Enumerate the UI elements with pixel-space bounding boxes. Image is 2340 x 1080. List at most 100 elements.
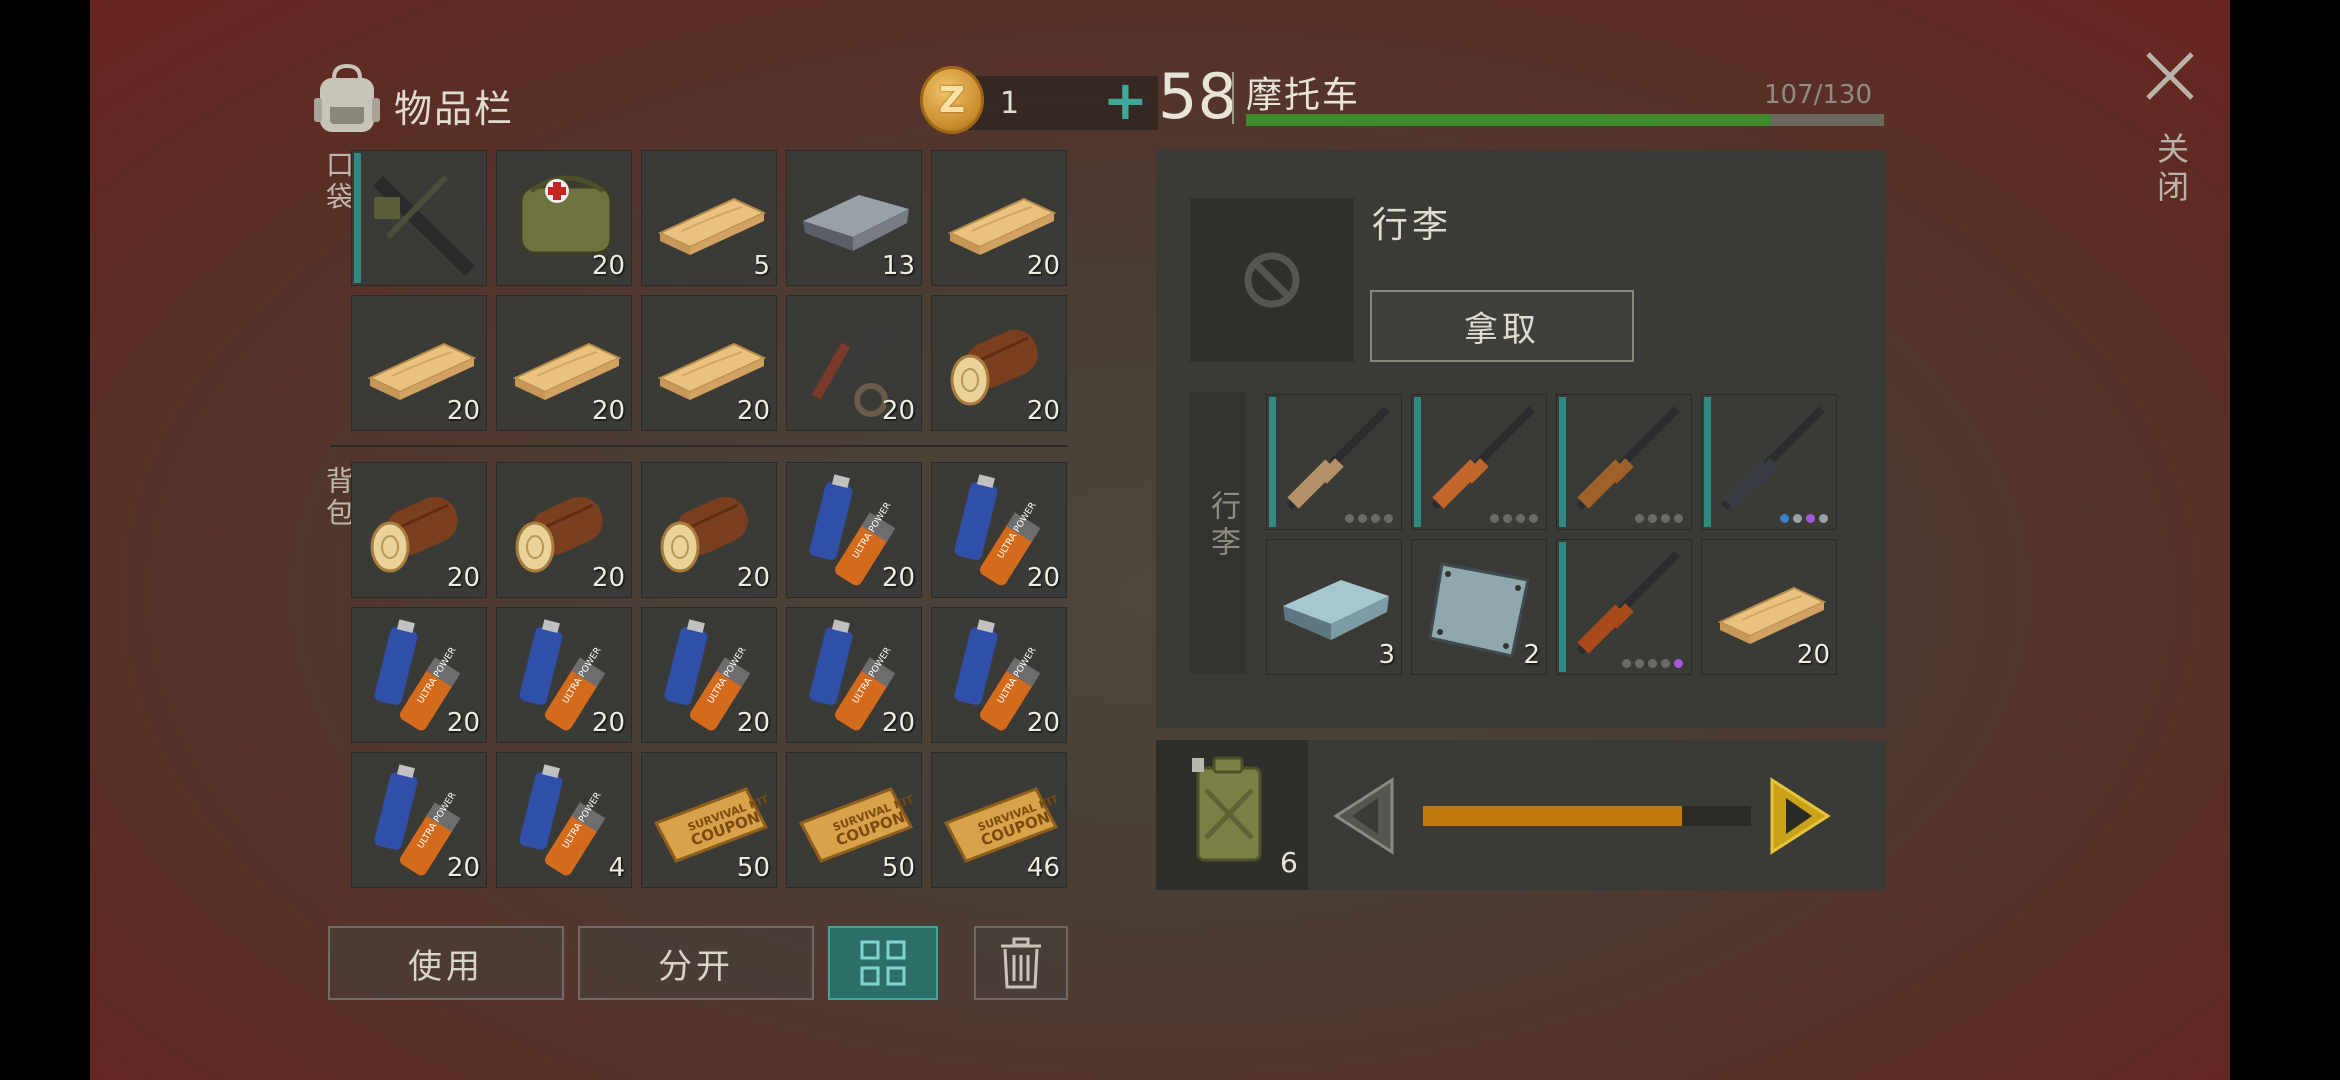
backpack-slot[interactable]: ULTRA POWER 20 bbox=[351, 752, 487, 888]
close-icon[interactable] bbox=[2138, 44, 2202, 108]
item-quantity: 50 bbox=[881, 853, 915, 883]
mod-dot bbox=[1806, 514, 1815, 523]
crossbow-icon bbox=[373, 174, 475, 277]
mod-dot bbox=[1635, 514, 1644, 523]
pocket-slot[interactable]: 20 bbox=[351, 295, 487, 431]
backpack-slot[interactable]: 20 bbox=[351, 462, 487, 598]
item-quantity: 20 bbox=[446, 853, 480, 883]
backpack-slot[interactable]: SURVIVAL KIT COUPON 50 bbox=[641, 752, 777, 888]
backpack-slot[interactable]: ULTRA POWER 20 bbox=[931, 607, 1067, 743]
pocket-slot[interactable]: 20 bbox=[786, 295, 922, 431]
item-quantity: 20 bbox=[1026, 563, 1060, 593]
trunk-title: 行李 bbox=[1372, 205, 1453, 246]
pocket-slot[interactable] bbox=[351, 150, 487, 286]
trunk-slot[interactable] bbox=[1411, 394, 1547, 530]
close-label[interactable]: 关闭 bbox=[2148, 132, 2194, 208]
no-image-icon bbox=[1244, 252, 1300, 308]
backpack-icon bbox=[314, 64, 380, 132]
capacity-bar-fill bbox=[1246, 114, 1772, 126]
trunk-slot[interactable]: 2 bbox=[1411, 539, 1547, 675]
trunk-slot[interactable]: 20 bbox=[1701, 539, 1837, 675]
mod-slots bbox=[1635, 514, 1683, 523]
backpack-slot[interactable]: 20 bbox=[641, 462, 777, 598]
item-quantity: 4 bbox=[608, 853, 625, 883]
vehicle-separator bbox=[1232, 72, 1234, 124]
trunk-slot[interactable] bbox=[1266, 394, 1402, 530]
item-quantity: 50 bbox=[736, 853, 770, 883]
trunk-slot[interactable] bbox=[1556, 539, 1692, 675]
use-button[interactable]: 使用 bbox=[328, 926, 564, 1000]
item-quantity: 20 bbox=[736, 708, 770, 738]
coin-count: 1 bbox=[1000, 86, 1020, 121]
item-quantity: 20 bbox=[591, 708, 625, 738]
ak47-icon bbox=[1576, 551, 1680, 655]
backpack-slot[interactable]: ULTRA POWER 20 bbox=[351, 607, 487, 743]
mod-dot bbox=[1780, 514, 1789, 523]
mod-slots bbox=[1622, 659, 1683, 668]
shotgun-icon bbox=[1576, 406, 1680, 510]
mod-dot bbox=[1661, 659, 1670, 668]
mod-slots bbox=[1490, 514, 1538, 523]
backpack-slot[interactable]: ULTRA POWER 20 bbox=[786, 462, 922, 598]
item-quantity: 20 bbox=[446, 708, 480, 738]
inventory-header: 物品栏 Z 1 + bbox=[312, 58, 1162, 148]
backpack-slot[interactable]: SURVIVAL KIT COUPON 46 bbox=[931, 752, 1067, 888]
mod-dot bbox=[1622, 659, 1631, 668]
sort-grid-button[interactable] bbox=[828, 926, 938, 1000]
mod-dot bbox=[1635, 659, 1644, 668]
section-divider bbox=[330, 445, 1068, 447]
pocket-slot[interactable]: 20 bbox=[641, 295, 777, 431]
item-quantity: 20 bbox=[591, 563, 625, 593]
vehicle-name: 摩托车 bbox=[1246, 75, 1361, 116]
pocket-slot[interactable]: 13 bbox=[786, 150, 922, 286]
durability-bar bbox=[1414, 397, 1421, 527]
trunk-slot[interactable] bbox=[1701, 394, 1837, 530]
pocket-slot[interactable]: 20 bbox=[496, 295, 632, 431]
pocket-slot[interactable]: 20 bbox=[931, 295, 1067, 431]
pocket-slot[interactable]: 5 bbox=[641, 150, 777, 286]
mod-slots bbox=[1780, 514, 1828, 523]
fuel-slider[interactable] bbox=[1423, 806, 1751, 826]
backpack-slot[interactable]: SURVIVAL KIT COUPON 50 bbox=[786, 752, 922, 888]
backpack-slot[interactable]: ULTRA POWER 4 bbox=[496, 752, 632, 888]
currency-box: Z 1 + bbox=[920, 66, 1158, 134]
add-coins-button[interactable]: + bbox=[1103, 74, 1148, 128]
mod-dot bbox=[1661, 514, 1670, 523]
backpack-slot[interactable]: ULTRA POWER 20 bbox=[786, 607, 922, 743]
item-quantity: 20 bbox=[881, 396, 915, 426]
pocket-slot[interactable]: 20 bbox=[931, 150, 1067, 286]
item-quantity: 20 bbox=[1796, 640, 1830, 670]
trunk-slot[interactable]: 3 bbox=[1266, 539, 1402, 675]
item-quantity: 5 bbox=[753, 251, 770, 281]
mod-dot bbox=[1674, 514, 1683, 523]
fuel-slider-fill bbox=[1423, 806, 1683, 826]
mod-dot bbox=[1674, 659, 1683, 668]
durability-bar bbox=[1559, 542, 1566, 672]
item-quantity: 20 bbox=[591, 396, 625, 426]
backpack-slot[interactable]: ULTRA POWER 20 bbox=[641, 607, 777, 743]
item-quantity: 20 bbox=[1026, 708, 1060, 738]
coin-icon: Z bbox=[920, 66, 984, 134]
backpack-slot[interactable]: 20 bbox=[496, 462, 632, 598]
sniper-rifle-icon bbox=[1431, 406, 1535, 510]
item-quantity: 46 bbox=[1026, 853, 1060, 883]
trash-icon bbox=[1001, 937, 1041, 989]
item-quantity: 20 bbox=[881, 563, 915, 593]
item-quantity: 20 bbox=[591, 251, 625, 281]
delete-button[interactable] bbox=[974, 926, 1068, 1000]
split-button[interactable]: 分开 bbox=[578, 926, 814, 1000]
backpack-slot[interactable]: ULTRA POWER 20 bbox=[496, 607, 632, 743]
vehicle-image-slot bbox=[1190, 198, 1354, 362]
pocket-slot[interactable]: 20 bbox=[496, 150, 632, 286]
fuel-decrease-button[interactable] bbox=[1330, 776, 1398, 856]
item-quantity: 13 bbox=[881, 251, 915, 281]
trunk-slot[interactable] bbox=[1556, 394, 1692, 530]
backpack-slot[interactable]: ULTRA POWER 20 bbox=[931, 462, 1067, 598]
item-quantity: 20 bbox=[736, 563, 770, 593]
take-button[interactable]: 拿取 bbox=[1370, 290, 1634, 362]
item-quantity: 20 bbox=[881, 708, 915, 738]
fuel-increase-button[interactable] bbox=[1766, 776, 1834, 856]
vehicle-capacity: 107/130 bbox=[1763, 80, 1872, 110]
item-quantity: 20 bbox=[446, 563, 480, 593]
item-quantity: 20 bbox=[446, 396, 480, 426]
